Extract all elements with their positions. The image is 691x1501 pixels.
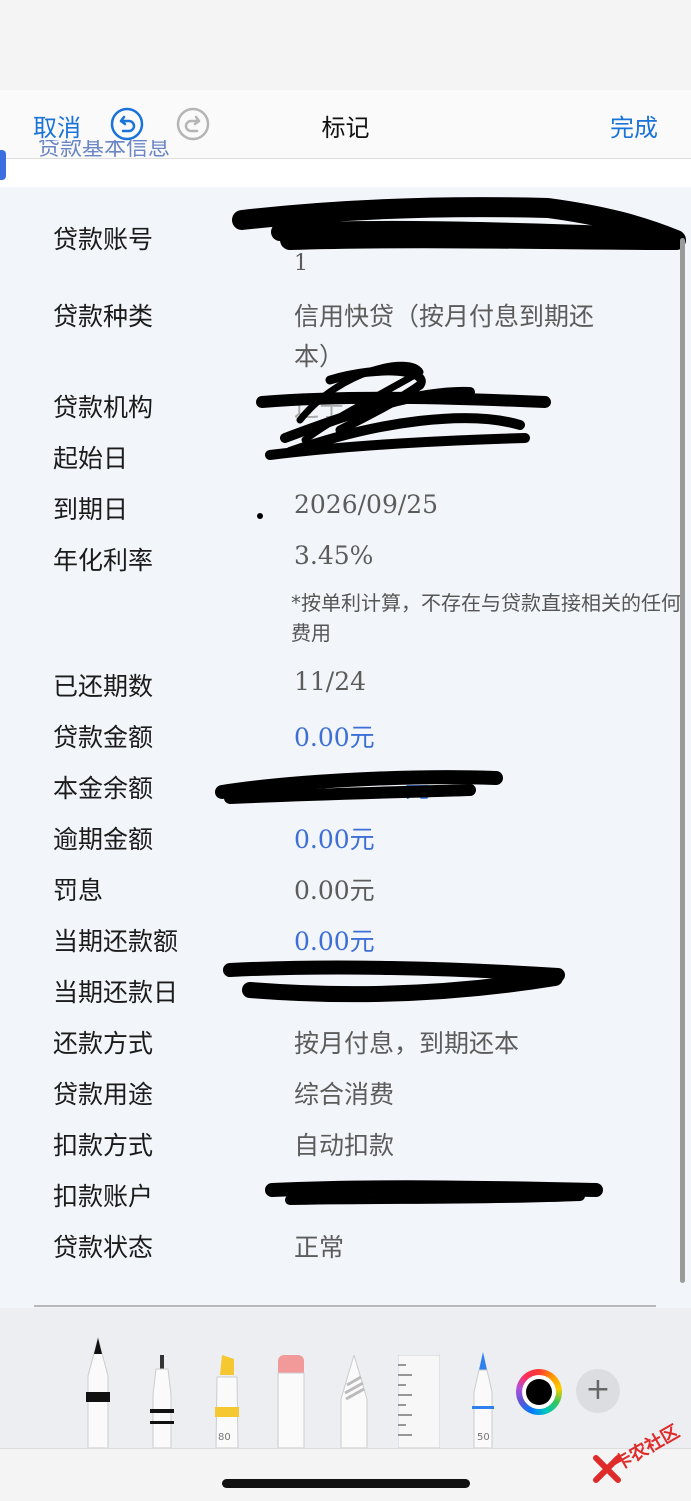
row-label: 贷款金额 bbox=[53, 723, 154, 752]
row-label: 贷款账号 bbox=[53, 225, 154, 254]
row-label: 本金余额 bbox=[53, 774, 154, 803]
highlighter-size-label: 80 bbox=[218, 1432, 231, 1443]
row-label: 扣款账户 bbox=[53, 1182, 154, 1211]
row-label: 贷款用途 bbox=[53, 1080, 154, 1109]
ruler-tool-icon[interactable] bbox=[398, 1355, 440, 1448]
row-label: 到期日 bbox=[53, 495, 129, 524]
section-title-clipped: 贷款基本信息 bbox=[38, 140, 171, 161]
section-accent-bar bbox=[0, 150, 6, 180]
row-label: 起始日 bbox=[53, 444, 129, 473]
pen-tool-icon[interactable] bbox=[80, 1336, 116, 1448]
color-picker-button[interactable] bbox=[516, 1369, 562, 1415]
watermark-logo: 卡农社区 bbox=[588, 1410, 688, 1490]
row-value: 综合消费 bbox=[294, 1080, 395, 1109]
row-label: 扣款方式 bbox=[53, 1131, 154, 1160]
row-value: 11/24 bbox=[294, 667, 367, 696]
row-label: 逾期金额 bbox=[53, 825, 154, 854]
status-bar-area bbox=[0, 0, 691, 90]
row-label: 罚息 bbox=[53, 876, 104, 905]
row-value: 信用快贷（按月付息到期还 bbox=[294, 302, 595, 331]
row-value: 辽宁 bbox=[294, 393, 345, 422]
row-label: 贷款状态 bbox=[53, 1233, 154, 1262]
row-value: 0.00元 bbox=[294, 876, 375, 905]
toolbar-divider bbox=[34, 1305, 656, 1307]
scrollbar[interactable] bbox=[680, 238, 685, 1283]
add-tool-button[interactable]: + bbox=[576, 1369, 620, 1413]
row-label: 已还期数 bbox=[53, 672, 154, 701]
row-value: 3.45% bbox=[294, 541, 374, 570]
done-button[interactable]: 完成 bbox=[610, 108, 658, 143]
row-value-cont: 本） bbox=[294, 342, 345, 371]
fineliner-tool-icon[interactable] bbox=[145, 1355, 179, 1448]
eraser-tool-icon[interactable] bbox=[274, 1355, 308, 1448]
lasso-tool-icon[interactable] bbox=[337, 1355, 371, 1448]
row-label: 贷款机构 bbox=[53, 393, 154, 422]
row-value: 1 bbox=[294, 251, 308, 276]
row-value: 0.00元 bbox=[294, 723, 375, 752]
row-label: 当期还款日 bbox=[53, 978, 179, 1007]
pen-size-label: 50 bbox=[477, 1432, 490, 1443]
row-label: 当期还款额 bbox=[53, 927, 179, 956]
interest-note: *按单利计算，不存在与贷款直接相关的任何费用 bbox=[291, 591, 681, 645]
row-value: 0.00元 bbox=[294, 927, 375, 956]
row-label: 年化利率 bbox=[53, 546, 154, 575]
row-value: 2026/09/25 bbox=[294, 490, 439, 519]
row-value: 正常 bbox=[294, 1233, 345, 1262]
row-value: 0.00元 bbox=[294, 825, 375, 854]
watermark-text: 卡农社区 bbox=[610, 1421, 684, 1476]
home-indicator[interactable] bbox=[222, 1479, 470, 1488]
row-value: 元 bbox=[405, 774, 431, 803]
row-value: 按月付息，到期还本 bbox=[294, 1029, 520, 1058]
page-title: 标记 bbox=[321, 114, 370, 142]
row-label: 还款方式 bbox=[53, 1029, 154, 1058]
selected-color-swatch bbox=[526, 1379, 552, 1405]
row-label: 贷款种类 bbox=[53, 302, 154, 331]
row-value: 自动扣款 bbox=[294, 1131, 395, 1160]
